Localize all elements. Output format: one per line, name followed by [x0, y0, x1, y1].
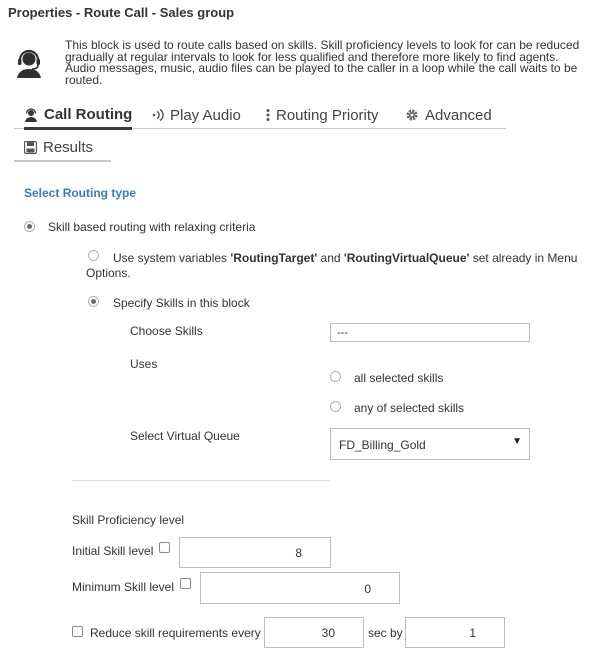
tab-advanced[interactable]: Advanced	[405, 102, 492, 128]
sound-waves-icon	[152, 108, 164, 122]
radio-label-system-variables: Use system variables 'RoutingTarget' and…	[113, 250, 583, 266]
var-routing-virtual-queue: 'RoutingVirtualQueue'	[343, 251, 470, 265]
window-title: Properties - Route Call - Sales group	[8, 5, 235, 20]
tab-bar-secondary: Results	[14, 136, 111, 162]
reduce-interval-value: 30	[321, 626, 335, 640]
tab-results[interactable]: Results	[24, 134, 93, 160]
reduce-interval-input[interactable]: 30	[264, 617, 364, 648]
radio-system-variables[interactable]	[88, 250, 99, 261]
agent-headset-icon	[25, 107, 37, 122]
var-routing-target: 'RoutingTarget'	[230, 251, 318, 265]
vertical-dots-icon	[266, 109, 270, 121]
tab-label: Play Audio	[170, 106, 241, 124]
radio-label-specify-skills: Specify Skills in this block	[113, 296, 250, 310]
initial-skill-checkbox[interactable]	[159, 542, 170, 553]
choose-skills-field[interactable]: ---	[330, 323, 530, 342]
minimum-skill-checkbox[interactable]	[180, 578, 191, 589]
divider	[72, 480, 330, 481]
reduce-amount-input[interactable]: 1	[405, 617, 505, 648]
virtual-queue-value: FD_Billing_Gold	[339, 438, 426, 452]
tab-label: Call Routing	[44, 106, 133, 123]
initial-skill-input[interactable]: 8	[179, 537, 331, 568]
gear-icon	[406, 109, 418, 121]
virtual-queue-select[interactable]: FD_Billing_Gold ▼	[330, 428, 530, 460]
radio-label-any-selected-skills: any of selected skills	[354, 401, 465, 415]
reduce-unit-label: sec by	[368, 626, 403, 640]
initial-skill-value: 8	[295, 546, 302, 560]
radio-label-skill-relaxing: Skill based routing with relaxing criter…	[48, 220, 256, 234]
radio-all-selected-skills[interactable]	[330, 371, 341, 382]
tab-label: Advanced	[425, 106, 492, 124]
radio-any-selected-skills[interactable]	[330, 401, 341, 412]
radio-label-all-selected-skills: all selected skills	[354, 371, 444, 385]
tab-bar: Call Routing Play Audio Routing Priority…	[14, 102, 506, 130]
minimum-skill-input[interactable]: 0	[200, 572, 400, 604]
uses-label: Uses	[130, 357, 158, 371]
minimum-skill-value: 0	[364, 582, 371, 596]
agent-headset-icon	[14, 48, 44, 78]
section-title-skill-proficiency: Skill Proficiency level	[72, 513, 185, 527]
chevron-down-icon: ▼	[512, 436, 522, 447]
system-vars-prefix: Use system variables	[113, 251, 231, 265]
section-title-routing-type: Select Routing type	[24, 186, 137, 200]
tab-play-audio[interactable]: Play Audio	[152, 102, 241, 128]
radio-specify-skills[interactable]	[88, 296, 99, 307]
reduce-skill-label: Reduce skill requirements every	[90, 626, 261, 640]
reduce-amount-value: 1	[469, 626, 476, 640]
system-vars-suffix: set already in Menu	[469, 251, 578, 265]
minimum-skill-label: Minimum Skill level	[72, 580, 175, 594]
tab-label: Routing Priority	[276, 106, 379, 124]
tab-call-routing[interactable]: Call Routing	[24, 102, 133, 130]
reduce-skill-checkbox[interactable]	[72, 626, 83, 637]
radio-skill-relaxing[interactable]	[24, 221, 35, 232]
system-vars-suffix-line2: Options.	[86, 266, 131, 280]
block-description: This block is used to route calls based …	[65, 38, 580, 87]
tab-routing-priority[interactable]: Routing Priority	[266, 102, 379, 128]
choose-skills-value: ---	[337, 327, 348, 339]
system-vars-mid: and	[317, 251, 344, 265]
tab-label: Results	[43, 138, 94, 156]
virtual-queue-label: Select Virtual Queue	[130, 429, 240, 443]
choose-skills-label: Choose Skills	[130, 324, 203, 338]
save-disk-icon	[24, 140, 37, 154]
initial-skill-label: Initial Skill level	[72, 544, 154, 558]
